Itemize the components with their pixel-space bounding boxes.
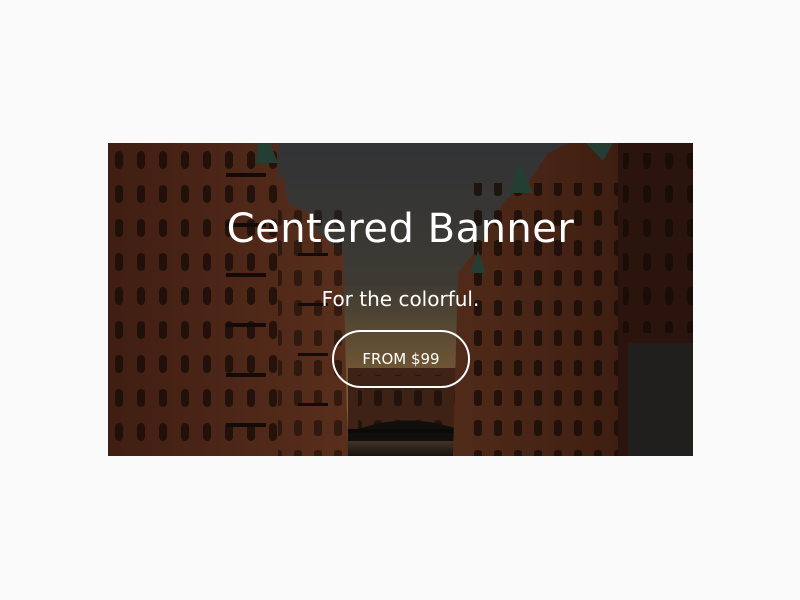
pricing-cta-button[interactable]: FROM $99 bbox=[332, 330, 470, 388]
banner-subtitle: For the colorful. bbox=[321, 287, 480, 311]
hero-banner: Centered Banner For the colorful. FROM $… bbox=[108, 143, 693, 456]
page: Centered Banner For the colorful. FROM $… bbox=[0, 0, 800, 600]
banner-content: Centered Banner For the colorful. FROM $… bbox=[108, 143, 693, 456]
banner-title: Centered Banner bbox=[226, 206, 575, 252]
